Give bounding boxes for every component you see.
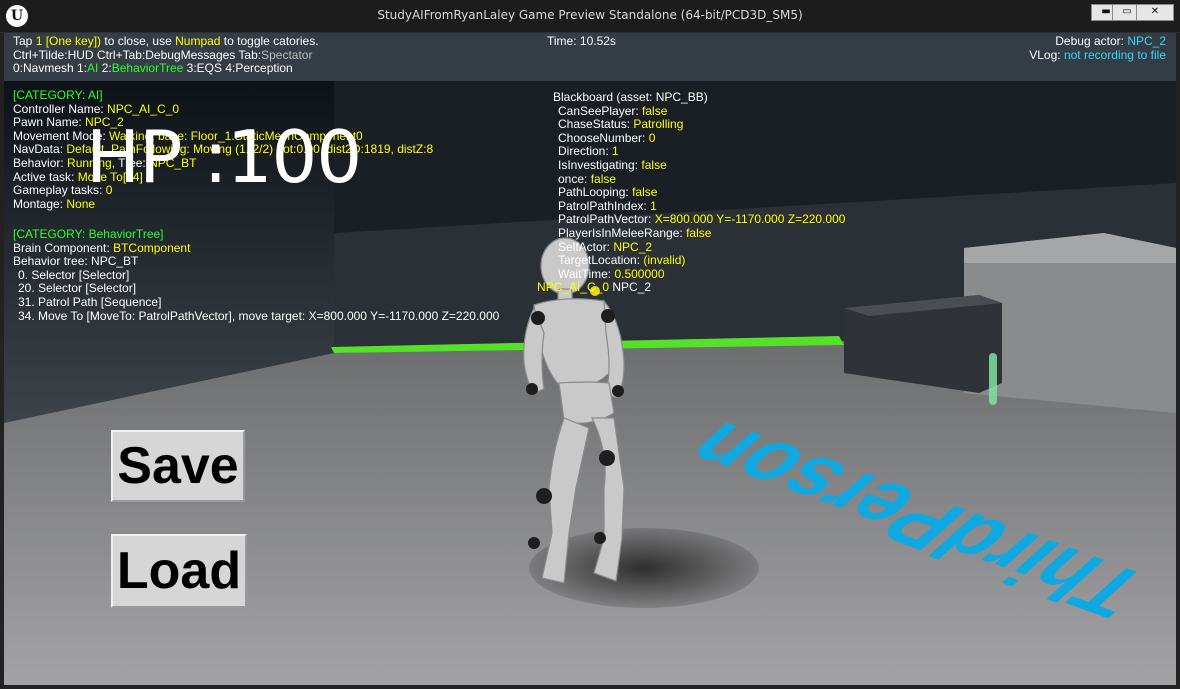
blackboard-entry: PatrolPathIndex: 1 [558, 198, 845, 214]
behavior-tree-name: Behavior tree: NPC_BT [13, 254, 139, 269]
window-title: StudyAIFromRyanLaley Game Preview Standa… [377, 8, 803, 22]
blackboard-entry: ChaseStatus: Patrolling [558, 117, 845, 132]
blackboard-entry: PatrolPathVector: X=800.000 Y=-1170.000 … [558, 213, 845, 227]
debug-actor-line: Debug actor: NPC_2 [1055, 34, 1166, 48]
blackboard-key: ChaseStatus: [558, 117, 634, 132]
help-line-2: Ctrl+Tilde:HUD Ctrl+Tab:DebugMessages Ta… [13, 47, 313, 62]
bt-node: 20. Selector [Selector] [18, 281, 137, 296]
bt-node: 0. Selector [Selector] [18, 267, 130, 282]
help-line-1: Tap 1 [One key]) to close, use Numpad to… [13, 34, 319, 48]
blackboard-value: 1 [650, 198, 657, 213]
npc-world-label: NPC_AI_C_0 NPC_2 [537, 280, 652, 294]
save-button[interactable]: Save [111, 430, 245, 502]
blackboard-key: PlayerIsInMeleeRange: [558, 225, 687, 240]
blackboard-key: ChooseNumber: [558, 130, 649, 145]
blackboard-key: PatrolPathIndex: [558, 198, 651, 213]
blackboard-key: PathLooping: [558, 185, 633, 200]
blackboard-key: IsInvestigating: [558, 157, 642, 172]
blackboard-value: false [632, 185, 658, 200]
blackboard-value: 0 [648, 130, 656, 145]
blackboard-value: (invalid) [643, 253, 686, 268]
blackboard-value: X=800.000 Y=-1170.000 Z=220.000 [654, 212, 846, 227]
brain-component: Brain Component: BTComponent [13, 240, 191, 255]
help-line-3: 0:Navmesh 1:AI 2:BehaviorTree 3:EQS 4:Pe… [13, 61, 293, 76]
bt-node: 31. Patrol Path [Sequence] [18, 294, 162, 309]
blackboard-key: TargetLocation: [558, 253, 644, 268]
blackboard-entry: ChooseNumber: 0 [558, 130, 845, 146]
title-bar[interactable]: U StudyAIFromRyanLaley Game Preview Stan… [0, 0, 1180, 33]
blackboard-value: false [686, 225, 712, 240]
blackboard-value: NPC_2 [613, 239, 653, 254]
blackboard-entry: Direction: 1 [558, 145, 845, 159]
blackboard-key: CanSeePlayer: [558, 103, 643, 118]
game-window: U StudyAIFromRyanLaley Game Preview Stan… [0, 0, 1180, 689]
blackboard-key: SelfActor: [558, 239, 614, 254]
blackboard-key: once: [558, 171, 591, 186]
close-button[interactable]: ✕ [1136, 4, 1174, 21]
blackboard-value: false [590, 171, 617, 186]
blackboard-value: Patrolling [633, 117, 684, 132]
montage: Montage: None [13, 196, 96, 211]
blackboard-panel: Blackboard (asset: NPC_BB) CanSeePlayer:… [553, 90, 845, 282]
blackboard-key: WaitTime: [558, 266, 615, 281]
vlog-line: VLog: not recording to file [1029, 47, 1166, 62]
blackboard-entry: TargetLocation: (invalid) [558, 253, 845, 268]
blackboard-value: 0.500000 [614, 266, 665, 281]
blackboard-entry: PathLooping: false [558, 185, 845, 200]
blackboard-key: Direction: [558, 144, 613, 159]
blackboard-entry: SelfActor: NPC_2 [558, 239, 845, 255]
ai-category-header: [CATEGORY: AI] [13, 88, 103, 102]
blackboard-value: 1 [612, 144, 619, 159]
game-viewport[interactable]: ThirdPerson Tap 1 [One key]) to close, u… [4, 33, 1176, 685]
blackboard-value: false [641, 157, 667, 172]
blackboard-entry: PlayerIsInMeleeRange: false [558, 225, 845, 241]
debug-actor-info: Debug actor: NPC_2 VLog: not recording t… [1029, 34, 1166, 62]
blackboard-value: false [642, 103, 668, 118]
bt-category-header: [CATEGORY: BehaviorTree] [13, 227, 164, 241]
time-readout: Time: 10.52s [547, 34, 616, 48]
target-marker [989, 353, 997, 405]
bt-category-panel: [CATEGORY: BehaviorTree] Brain Component… [13, 227, 500, 323]
blackboard-entry: once: false [558, 171, 845, 187]
blackboard-key: PatrolPathVector: [558, 212, 655, 227]
blackboard-entry: IsInvestigating: false [558, 157, 845, 173]
blackboard-header: Blackboard (asset: NPC_BB) [553, 90, 708, 104]
load-button[interactable]: Load [111, 534, 247, 608]
debug-help: Tap 1 [One key]) to close, use Numpad to… [13, 34, 319, 76]
bt-node: 34. Move To [MoveTo: PatrolPathVector], … [18, 308, 500, 323]
blackboard-entry: CanSeePlayer: false [558, 103, 845, 119]
blackboard-entries: CanSeePlayer: false ChaseStatus: Patrolli… [553, 103, 845, 282]
hp-display: HP :100 [86, 115, 362, 199]
